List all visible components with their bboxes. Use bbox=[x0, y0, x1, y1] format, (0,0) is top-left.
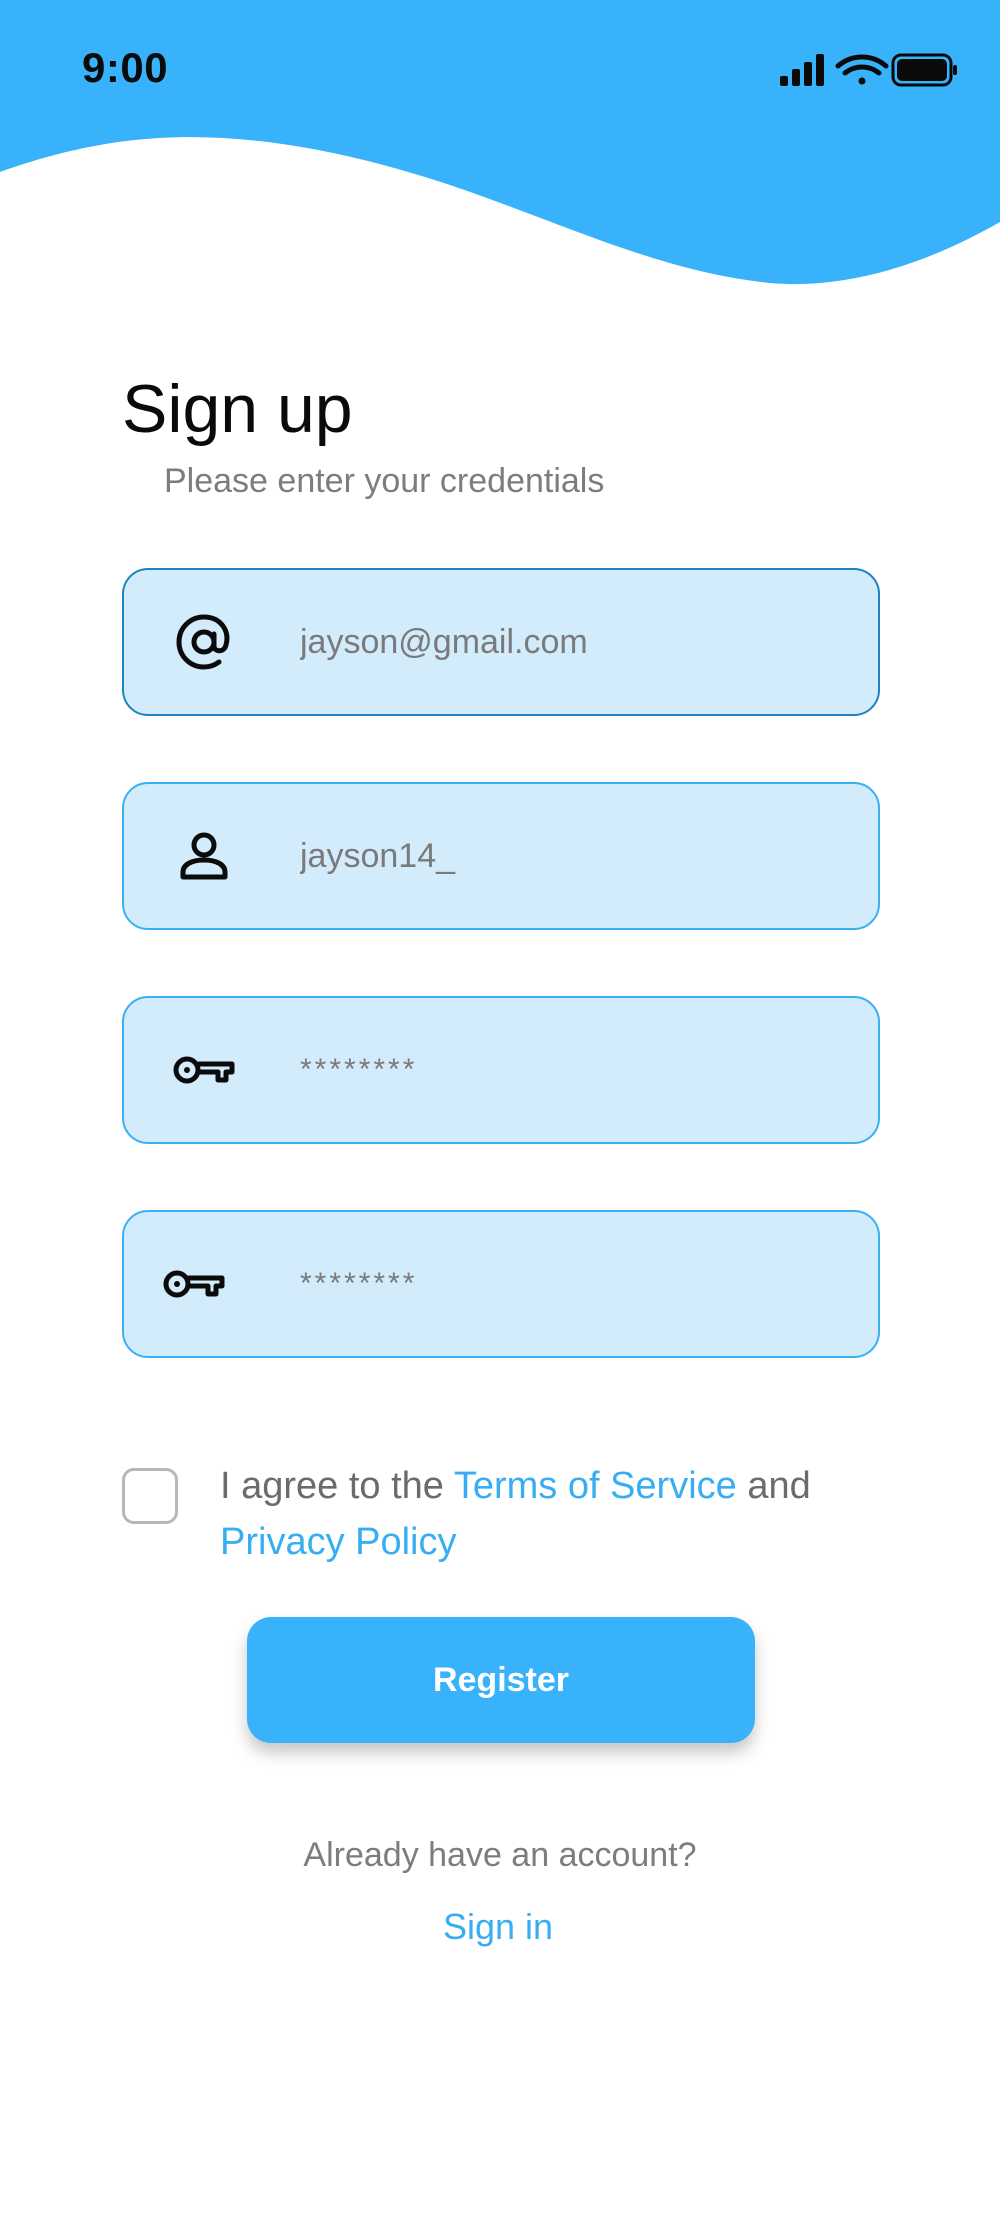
status-time: 9:00 bbox=[82, 44, 169, 91]
terms-middle: and bbox=[736, 1465, 811, 1507]
battery-icon bbox=[891, 53, 957, 87]
terms-of-service-link[interactable]: Terms of Service bbox=[454, 1465, 737, 1507]
email-input[interactable] bbox=[300, 570, 840, 714]
confirm-password-field[interactable] bbox=[122, 1210, 880, 1358]
privacy-policy-link[interactable]: Privacy Policy bbox=[220, 1521, 457, 1563]
page-subtitle: Please enter your credentials bbox=[164, 462, 605, 500]
password-input[interactable] bbox=[300, 998, 840, 1142]
confirm-password-input[interactable] bbox=[300, 1212, 840, 1356]
terms-agreement: I agree to the Terms of Service and Priv… bbox=[220, 1458, 900, 1570]
already-have-account-text: Already have an account? bbox=[303, 1836, 697, 1874]
at-sign-icon bbox=[170, 608, 238, 676]
signup-screen: 9:00 Sign up Please enter your credentia… bbox=[0, 0, 1000, 2223]
terms-prefix: I agree to the bbox=[220, 1465, 454, 1507]
username-field[interactable] bbox=[122, 782, 880, 930]
page-title: Sign up bbox=[122, 371, 353, 447]
key-icon bbox=[170, 1036, 238, 1104]
password-field[interactable] bbox=[122, 996, 880, 1144]
sign-in-link[interactable]: Sign in bbox=[0, 1906, 996, 1948]
terms-checkbox[interactable] bbox=[122, 1468, 178, 1524]
wifi-icon bbox=[835, 54, 889, 85]
status-icons bbox=[780, 53, 957, 87]
register-button[interactable]: Register bbox=[247, 1617, 755, 1743]
email-field[interactable] bbox=[122, 568, 880, 716]
username-input[interactable] bbox=[300, 784, 840, 928]
user-icon bbox=[170, 822, 238, 890]
cellular-signal-icon bbox=[780, 54, 824, 86]
key-icon bbox=[160, 1250, 228, 1318]
